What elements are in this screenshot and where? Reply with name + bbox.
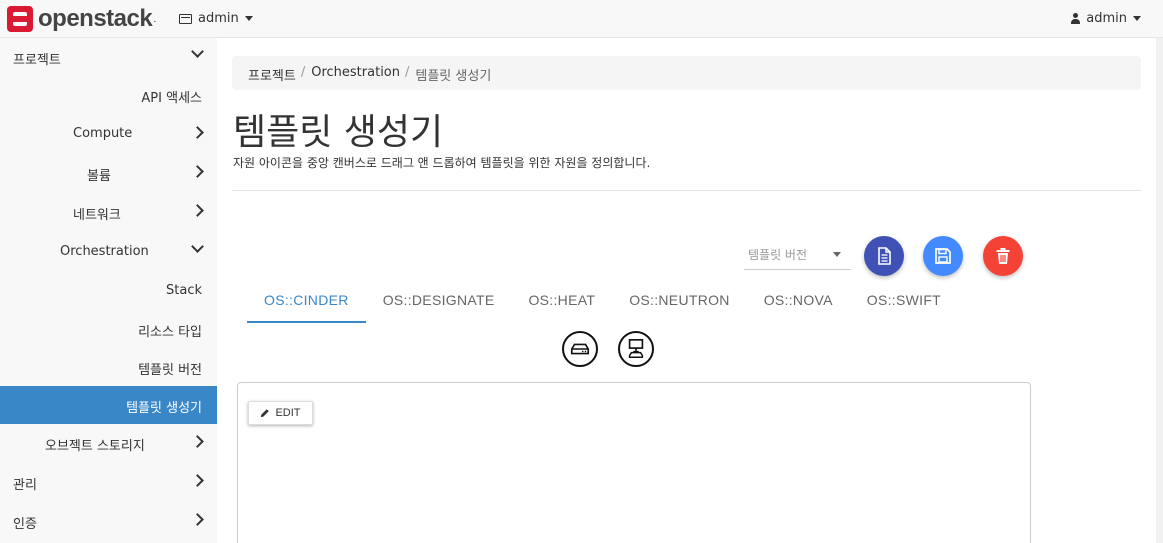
template-canvas[interactable] bbox=[237, 382, 1031, 543]
trash-icon bbox=[996, 248, 1010, 264]
sidebar-item-template-versions[interactable]: 템플릿 버전 bbox=[0, 348, 217, 387]
pencil-icon bbox=[261, 409, 270, 418]
sidebar-item-api-access[interactable]: API 액세스 bbox=[0, 76, 217, 115]
template-version-select[interactable]: 템플릿 버전 bbox=[744, 240, 851, 270]
chevron-right-icon bbox=[191, 165, 204, 178]
caret-down-icon bbox=[244, 16, 253, 21]
chevron-right-icon bbox=[191, 126, 204, 139]
delete-template-button[interactable] bbox=[983, 236, 1023, 276]
cinder-volume-attachment-resource[interactable] bbox=[618, 331, 654, 367]
sidebar-item-label: 네트워크 bbox=[73, 208, 121, 223]
chevron-down-icon bbox=[191, 45, 204, 58]
breadcrumb-item-orchestration[interactable]: Orchestration bbox=[311, 65, 400, 81]
tab-os-designate[interactable]: OS::DESIGNATE bbox=[366, 283, 512, 323]
user-icon bbox=[1071, 13, 1081, 24]
sidebar-item-label: Compute bbox=[73, 126, 133, 141]
tab-os-swift[interactable]: OS::SWIFT bbox=[850, 283, 958, 323]
page-title: 템플릿 생성기 bbox=[233, 112, 444, 153]
sidebar-item-resource-types[interactable]: 리소스 타입 bbox=[0, 310, 217, 349]
user-dropdown[interactable]: admin bbox=[1071, 11, 1141, 26]
sidebar-item-label: 관리 bbox=[13, 478, 37, 493]
chevron-right-icon bbox=[191, 435, 204, 448]
tab-os-nova[interactable]: OS::NOVA bbox=[747, 283, 850, 323]
sidebar: 프로젝트 API 액세스 Compute 볼륨 네트워크 Orchestrati… bbox=[0, 38, 217, 543]
page-description: 자원 아이콘을 중앙 캔버스로 드래그 앤 드롭하여 템플릿을 위한 자원을 정… bbox=[233, 156, 651, 170]
save-template-button[interactable] bbox=[923, 236, 963, 276]
page-scrollbar[interactable] bbox=[1156, 38, 1163, 543]
user-label: admin bbox=[1086, 11, 1127, 26]
document-icon bbox=[878, 247, 891, 265]
load-template-button[interactable] bbox=[864, 236, 904, 276]
resource-tabs: OS::CINDER OS::DESIGNATE OS::HEAT OS::NE… bbox=[247, 283, 958, 323]
template-version-placeholder: 템플릿 버전 bbox=[748, 248, 808, 262]
chevron-right-icon bbox=[191, 204, 204, 217]
sidebar-item-label: 템플릿 생성기 bbox=[126, 401, 202, 416]
sidebar-item-project[interactable]: 프로젝트 bbox=[0, 38, 217, 77]
sidebar-item-label: API 액세스 bbox=[141, 91, 202, 106]
caret-down-icon bbox=[1133, 16, 1141, 21]
project-dropdown[interactable]: admin bbox=[179, 11, 253, 26]
breadcrumb: 프로젝트 / Orchestration / 템플릿 생성기 bbox=[232, 56, 1141, 90]
project-label: admin bbox=[198, 11, 239, 26]
edit-button-label: EDIT bbox=[275, 407, 301, 419]
volume-attachment-icon bbox=[628, 339, 644, 358]
brand-trademark: . bbox=[153, 13, 157, 25]
cinder-volume-resource[interactable] bbox=[562, 331, 598, 367]
divider bbox=[232, 190, 1141, 191]
sidebar-item-network[interactable]: 네트워크 bbox=[0, 193, 217, 232]
tab-os-heat[interactable]: OS::HEAT bbox=[511, 283, 612, 323]
sidebar-item-compute[interactable]: Compute bbox=[0, 115, 217, 154]
chevron-right-icon bbox=[191, 513, 204, 526]
volume-icon bbox=[570, 343, 590, 355]
sidebar-item-label: 프로젝트 bbox=[13, 53, 61, 68]
sidebar-item-orchestration[interactable]: Orchestration bbox=[0, 233, 217, 272]
tab-os-cinder[interactable]: OS::CINDER bbox=[247, 283, 366, 323]
breadcrumb-separator: / bbox=[300, 65, 306, 80]
sidebar-item-stack[interactable]: Stack bbox=[0, 272, 217, 311]
sidebar-item-admin[interactable]: 관리 bbox=[0, 463, 217, 502]
tab-os-neutron[interactable]: OS::NEUTRON bbox=[612, 283, 747, 323]
sidebar-item-template-generator[interactable]: 템플릿 생성기 bbox=[0, 386, 217, 424]
sidebar-item-label: Stack bbox=[166, 283, 202, 298]
sidebar-item-object-storage[interactable]: 오브젝트 스토리지 bbox=[0, 424, 217, 463]
sidebar-item-label: 오브젝트 스토리지 bbox=[45, 439, 145, 454]
caret-down-icon bbox=[833, 252, 841, 257]
sidebar-item-identity[interactable]: 인증 bbox=[0, 502, 217, 541]
sidebar-item-label: 인증 bbox=[13, 517, 37, 532]
sidebar-item-volume[interactable]: 볼륨 bbox=[0, 154, 217, 193]
sidebar-item-label: Orchestration bbox=[60, 244, 149, 259]
save-icon bbox=[935, 248, 951, 264]
sidebar-item-label: 템플릿 버전 bbox=[138, 363, 202, 378]
openstack-logo[interactable]: openstack . bbox=[7, 5, 156, 33]
breadcrumb-item-project[interactable]: 프로젝트 bbox=[248, 65, 296, 84]
chevron-down-icon bbox=[191, 240, 204, 253]
sidebar-item-label: 볼륨 bbox=[87, 169, 111, 184]
project-icon bbox=[179, 13, 192, 24]
openstack-logo-icon bbox=[7, 6, 33, 32]
edit-button[interactable]: EDIT bbox=[248, 401, 313, 425]
top-navbar: openstack . admin admin bbox=[0, 0, 1163, 38]
brand-name: openstack bbox=[38, 5, 153, 32]
sidebar-item-label: 리소스 타입 bbox=[138, 325, 202, 340]
breadcrumb-separator: / bbox=[405, 65, 410, 80]
chevron-right-icon bbox=[191, 474, 204, 487]
breadcrumb-item-current: 템플릿 생성기 bbox=[415, 69, 492, 84]
